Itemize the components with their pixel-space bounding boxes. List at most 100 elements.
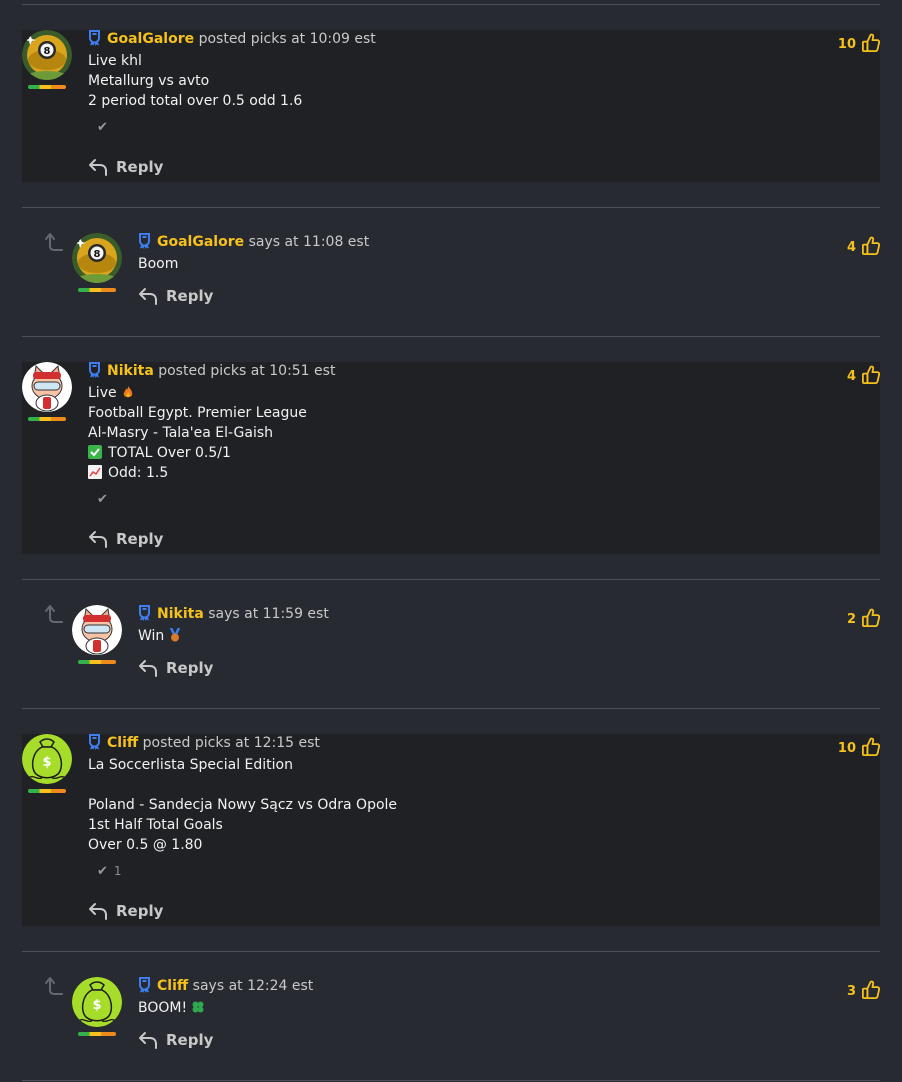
- rank-bar: [78, 1032, 116, 1036]
- thumbs-up-icon: [862, 607, 880, 628]
- post-line: Over 0.5 @ 1.80: [88, 837, 203, 853]
- username[interactable]: GoalGalore: [157, 234, 244, 250]
- chart-increasing-icon: [88, 465, 102, 479]
- avatar[interactable]: [22, 362, 72, 412]
- like-button[interactable]: 10: [838, 736, 880, 757]
- avatar[interactable]: [22, 30, 72, 80]
- username[interactable]: Cliff: [107, 735, 138, 751]
- rank-bar: [28, 85, 66, 89]
- avatar[interactable]: [72, 977, 122, 1027]
- post-line: La Soccerlista Special Edition: [88, 757, 293, 773]
- post-meta: says at 12:24 est: [192, 978, 314, 994]
- reply-button[interactable]: Reply: [138, 287, 213, 305]
- post-meta: posted picks at 10:09 est: [198, 31, 376, 47]
- reply-button[interactable]: Reply: [138, 659, 213, 677]
- check-count: 1: [113, 864, 122, 878]
- username[interactable]: Nikita: [107, 363, 154, 379]
- post-body: Live Football Egypt. Premier League Al-M…: [88, 383, 307, 483]
- post-header: Nikita says at 11:59 est: [138, 605, 329, 623]
- ribbon-badge-icon: [138, 233, 151, 249]
- post-body: BOOM!: [138, 998, 205, 1018]
- ribbon-badge-icon: [88, 30, 101, 46]
- post-line: Odd: 1.5: [108, 465, 169, 481]
- post-meta: posted picks at 10:51 est: [158, 363, 336, 379]
- reply-arrow-icon: [88, 902, 108, 920]
- reply-arrow-icon: [138, 1031, 158, 1049]
- like-count: 10: [837, 37, 856, 52]
- thumbs-up-icon: [862, 364, 880, 385]
- reply-arrow-icon: [138, 287, 158, 305]
- post-line: Boom: [138, 256, 179, 272]
- reply-button[interactable]: Reply: [88, 158, 163, 176]
- avatar[interactable]: [72, 605, 122, 655]
- like-button[interactable]: 3: [847, 979, 880, 1000]
- thread-arrow-icon: [42, 976, 64, 998]
- reply-label: Reply: [116, 530, 164, 548]
- reply-arrow-icon: [88, 158, 108, 176]
- post-line: Football Egypt. Premier League: [88, 405, 307, 421]
- post-line: Win: [138, 628, 165, 644]
- checkmark-box-icon: [88, 445, 102, 459]
- thumbs-up-icon: [862, 979, 880, 1000]
- reply-button[interactable]: Reply: [88, 902, 163, 920]
- divider: [22, 4, 880, 5]
- medal-icon: [170, 628, 181, 642]
- check-icon: ✔: [97, 864, 108, 879]
- thread-arrow-icon: [42, 232, 64, 254]
- post-header: GoalGalore posted picks at 10:09 est: [88, 30, 376, 48]
- post-body: Live khl Metallurg vs avto 2 period tota…: [88, 51, 302, 111]
- like-count: 3: [846, 984, 856, 999]
- reply-arrow-icon: [88, 530, 108, 548]
- ribbon-badge-icon: [88, 734, 101, 750]
- rank-bar: [78, 660, 116, 664]
- post-body: Win: [138, 626, 182, 646]
- reply-label: Reply: [116, 902, 164, 920]
- post-line: Metallurg vs avto: [88, 73, 210, 89]
- avatar[interactable]: [22, 734, 72, 784]
- divider: [22, 951, 880, 952]
- check-button[interactable]: ✔ 1: [97, 864, 122, 879]
- like-count: 4: [846, 369, 856, 384]
- like-button[interactable]: 4: [847, 235, 880, 256]
- username[interactable]: Cliff: [157, 978, 188, 994]
- post-header: Cliff posted picks at 12:15 est: [88, 734, 320, 752]
- rank-bar: [78, 288, 116, 292]
- thumbs-up-icon: [862, 736, 880, 757]
- post-line: Al-Masry - Tala'ea El-Gaish: [88, 425, 274, 441]
- like-count: 10: [837, 741, 856, 756]
- post-header: Nikita posted picks at 10:51 est: [88, 362, 335, 380]
- ribbon-badge-icon: [138, 977, 151, 993]
- post-line: [88, 775, 397, 795]
- reply-button[interactable]: Reply: [138, 1031, 213, 1049]
- thread-arrow-icon: [42, 604, 64, 626]
- post-line: 1st Half Total Goals: [88, 817, 223, 833]
- post-meta: says at 11:59 est: [208, 606, 329, 622]
- avatar[interactable]: [72, 233, 122, 283]
- username[interactable]: GoalGalore: [107, 31, 194, 47]
- reply-arrow-icon: [138, 659, 158, 677]
- check-icon: ✔: [97, 120, 108, 135]
- username[interactable]: Nikita: [157, 606, 204, 622]
- post-line: Poland - Sandecja Nowy Sącz vs Odra Opol…: [88, 797, 398, 813]
- reply-label: Reply: [166, 287, 214, 305]
- check-icon: ✔: [97, 492, 108, 507]
- check-button[interactable]: ✔: [97, 492, 108, 507]
- thumbs-up-icon: [862, 235, 880, 256]
- post-line: TOTAL Over 0.5/1: [108, 445, 231, 461]
- post-line: Live: [88, 385, 117, 401]
- like-count: 2: [846, 612, 856, 627]
- rank-bar: [28, 417, 66, 421]
- check-button[interactable]: ✔: [97, 120, 108, 135]
- reply-button[interactable]: Reply: [88, 530, 163, 548]
- divider: [22, 207, 880, 208]
- like-button[interactable]: 2: [847, 607, 880, 628]
- post-meta: says at 11:08 est: [248, 234, 370, 250]
- post-body: La Soccerlista Special Edition Poland - …: [88, 755, 397, 855]
- post-header: GoalGalore says at 11:08 est: [138, 233, 369, 251]
- like-count: 4: [846, 240, 856, 255]
- like-button[interactable]: 10: [838, 32, 880, 53]
- divider: [22, 1080, 880, 1081]
- four-leaf-clover-icon: [192, 1001, 204, 1013]
- divider: [22, 708, 880, 709]
- like-button[interactable]: 4: [847, 364, 880, 385]
